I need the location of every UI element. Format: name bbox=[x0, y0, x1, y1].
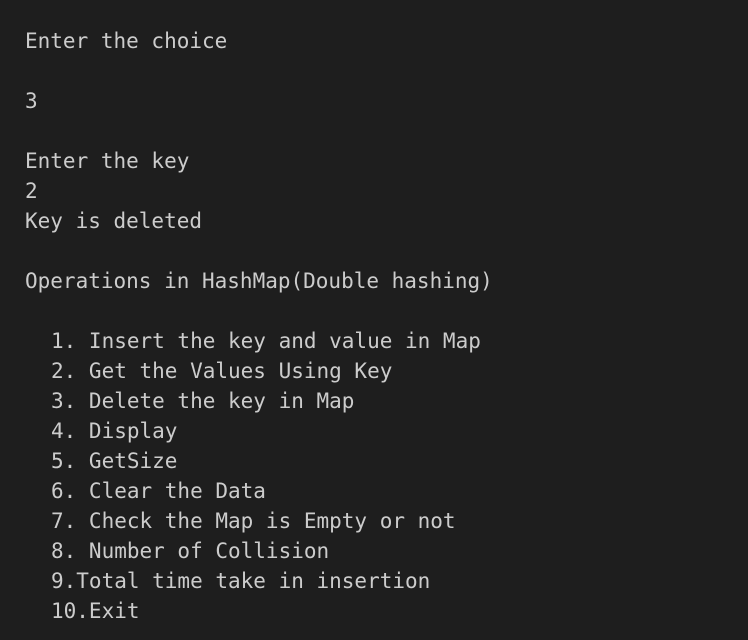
menu-title: Operations in HashMap(Double hashing) bbox=[25, 269, 493, 293]
prompt-key-text: Enter the key bbox=[25, 149, 190, 173]
terminal-output: Enter the choice 3 Enter the key 2 Key i… bbox=[0, 0, 748, 640]
menu-item: 4. Display bbox=[51, 419, 178, 443]
prompt-choice-text: Enter the choice bbox=[25, 29, 228, 53]
menu-item: 6. Clear the Data bbox=[51, 479, 266, 503]
key-input-value: 2 bbox=[25, 179, 38, 203]
menu-item: 3. Delete the key in Map bbox=[51, 389, 355, 413]
choice-input-value: 3 bbox=[25, 89, 38, 113]
menu-item: 1. Insert the key and value in Map bbox=[51, 329, 481, 353]
menu-item: 7. Check the Map is Empty or not bbox=[51, 509, 456, 533]
menu-item: 5. GetSize bbox=[51, 449, 178, 473]
menu-item: 10.Exit bbox=[51, 599, 140, 623]
menu-item: 9.Total time take in insertion bbox=[51, 569, 431, 593]
result-message: Key is deleted bbox=[25, 209, 203, 233]
menu-item: 8. Number of Collision bbox=[51, 539, 330, 563]
menu-item: 2. Get the Values Using Key bbox=[51, 359, 393, 383]
